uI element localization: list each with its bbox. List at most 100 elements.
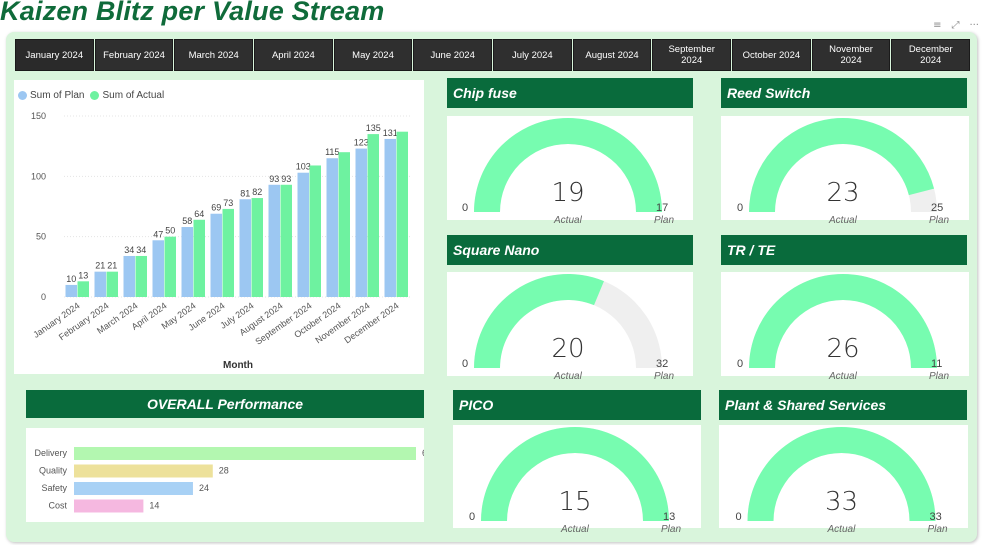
chart-legend: Sum of Plan Sum of Actual (18, 90, 170, 101)
data-label: 58 (182, 216, 192, 226)
bar-plan[interactable] (268, 184, 281, 297)
bar-plan[interactable] (94, 271, 107, 297)
month-button[interactable]: August 2024 (572, 39, 652, 71)
bar-actual[interactable] (106, 271, 119, 297)
bar-actual[interactable] (367, 134, 380, 297)
data-label: 50 (165, 226, 175, 236)
data-label: 21 (107, 261, 117, 271)
gauge-plan-value: 17 (656, 202, 669, 214)
gauge-card: 23 0 25 Actual Plan (721, 116, 969, 226)
gauge-title: PICO (453, 390, 701, 420)
gauge-plan-label: Plan (927, 524, 948, 535)
gauge-title: TR / TE (721, 235, 967, 265)
month-button[interactable]: March 2024 (174, 39, 254, 71)
month-button[interactable]: May 2024 (333, 39, 413, 71)
gauge-min-value: 0 (737, 358, 744, 370)
legend-item-actual[interactable]: Sum of Actual (90, 90, 164, 101)
gauge-actual-label: Actual (827, 524, 856, 535)
gauge-card: 20 0 32 Actual Plan (447, 272, 693, 382)
bar-actual[interactable] (396, 131, 409, 297)
more-options-icon[interactable]: ··· (969, 20, 979, 31)
gauge-card: 15 0 13 Actual Plan (453, 425, 701, 535)
bar-plan[interactable] (181, 227, 194, 297)
gauge-card: 19 0 17 Actual Plan (447, 116, 693, 226)
bar-plan[interactable] (123, 255, 136, 297)
month-button[interactable]: December 2024 (891, 39, 971, 71)
month-button[interactable]: June 2024 (413, 39, 493, 71)
gauge-card: 33 0 33 Actual Plan (719, 425, 968, 535)
gauge-min-value: 0 (462, 202, 469, 214)
bar-actual[interactable] (135, 255, 148, 297)
bar-actual[interactable] (222, 208, 235, 297)
bar-actual[interactable] (338, 152, 351, 297)
gauge-plan-label: Plan (929, 215, 950, 226)
month-button[interactable]: February 2024 (94, 39, 174, 71)
bar-actual[interactable] (164, 236, 177, 297)
performance-bar[interactable] (74, 499, 144, 513)
gauge-min-value: 0 (469, 511, 476, 523)
legend-label: Sum of Actual (102, 90, 165, 101)
legend-dot-icon (90, 91, 100, 100)
data-label: 73 (223, 198, 233, 208)
bar-plan[interactable] (355, 148, 368, 297)
gauge-actual-value: 19 (551, 178, 585, 208)
bar-plan[interactable] (326, 158, 339, 297)
month-button[interactable]: July 2024 (493, 39, 572, 71)
gauge-actual-label: Actual (829, 371, 857, 382)
data-label: 131 (383, 128, 398, 138)
bar-actual[interactable] (77, 281, 90, 297)
legend-item-plan[interactable]: Sum of Plan (18, 90, 84, 101)
month-slicer: January 2024 February 2024 March 2024 Ap… (15, 39, 971, 71)
legend-dot-icon (18, 91, 27, 100)
bar-actual[interactable] (251, 198, 264, 297)
page-title: Kaizen Blitz per Value Stream (0, 0, 385, 26)
gauge-actual-value: 26 (826, 334, 860, 364)
bar-plan[interactable] (384, 138, 397, 297)
data-label: 82 (252, 187, 262, 197)
month-button[interactable]: October 2024 (732, 39, 811, 71)
month-button[interactable]: November 2024 (811, 39, 891, 71)
value-label: 14 (149, 501, 159, 511)
plan-vs-actual-chart: Sum of Plan Sum of Actual 0 50 100 150 10 13 J… (14, 80, 424, 374)
bar-plan[interactable] (210, 213, 223, 297)
bar-plan[interactable] (65, 284, 78, 297)
value-label: 69 (422, 448, 424, 458)
performance-bar-svg: Delivery 69 Quality 28 Safety 24 Cost 14 (34, 447, 432, 513)
bar-plan[interactable] (297, 172, 310, 297)
value-label: 24 (199, 483, 209, 493)
bar-actual[interactable] (193, 219, 206, 297)
performance-bar[interactable] (74, 464, 213, 478)
filter-icon[interactable]: ≡ (933, 20, 941, 31)
y-tick-label: 50 (36, 232, 46, 242)
data-label: 10 (66, 274, 76, 284)
month-button[interactable]: April 2024 (254, 39, 333, 71)
month-button[interactable]: January 2024 (15, 39, 94, 71)
gauge-actual-label: Actual (554, 215, 582, 226)
gauge-actual-label: Actual (561, 524, 589, 535)
data-label: 21 (95, 261, 105, 271)
y-tick-label: 150 (31, 111, 46, 121)
gauge-min-value: 0 (737, 202, 744, 214)
category-label: Safety (41, 483, 67, 493)
data-label: 93 (269, 174, 279, 184)
gauge-actual-value: 33 (824, 487, 859, 517)
bar-plan[interactable] (152, 240, 165, 297)
data-label: 81 (240, 188, 250, 198)
gauge-card: 26 0 11 Actual Plan (721, 272, 969, 382)
month-button[interactable]: September 2024 (652, 39, 732, 71)
category-label: Delivery (34, 448, 67, 458)
data-label: 47 (153, 229, 163, 239)
focus-mode-icon[interactable]: ⤢ (951, 20, 959, 31)
gauge-title: Square Nano (447, 235, 693, 265)
data-label: 123 (354, 138, 369, 148)
gauge-plan-value: 25 (931, 202, 944, 214)
gauge-actual-value: 23 (826, 178, 860, 208)
bar-actual[interactable] (309, 165, 322, 297)
y-tick-label: 100 (31, 171, 46, 181)
bar-actual[interactable] (280, 184, 293, 297)
performance-bar[interactable] (74, 482, 193, 495)
legend-label: Sum of Plan (30, 90, 85, 101)
performance-bar[interactable] (74, 447, 416, 460)
bar-plan[interactable] (239, 199, 252, 297)
gauge-plan-label: Plan (654, 215, 675, 226)
